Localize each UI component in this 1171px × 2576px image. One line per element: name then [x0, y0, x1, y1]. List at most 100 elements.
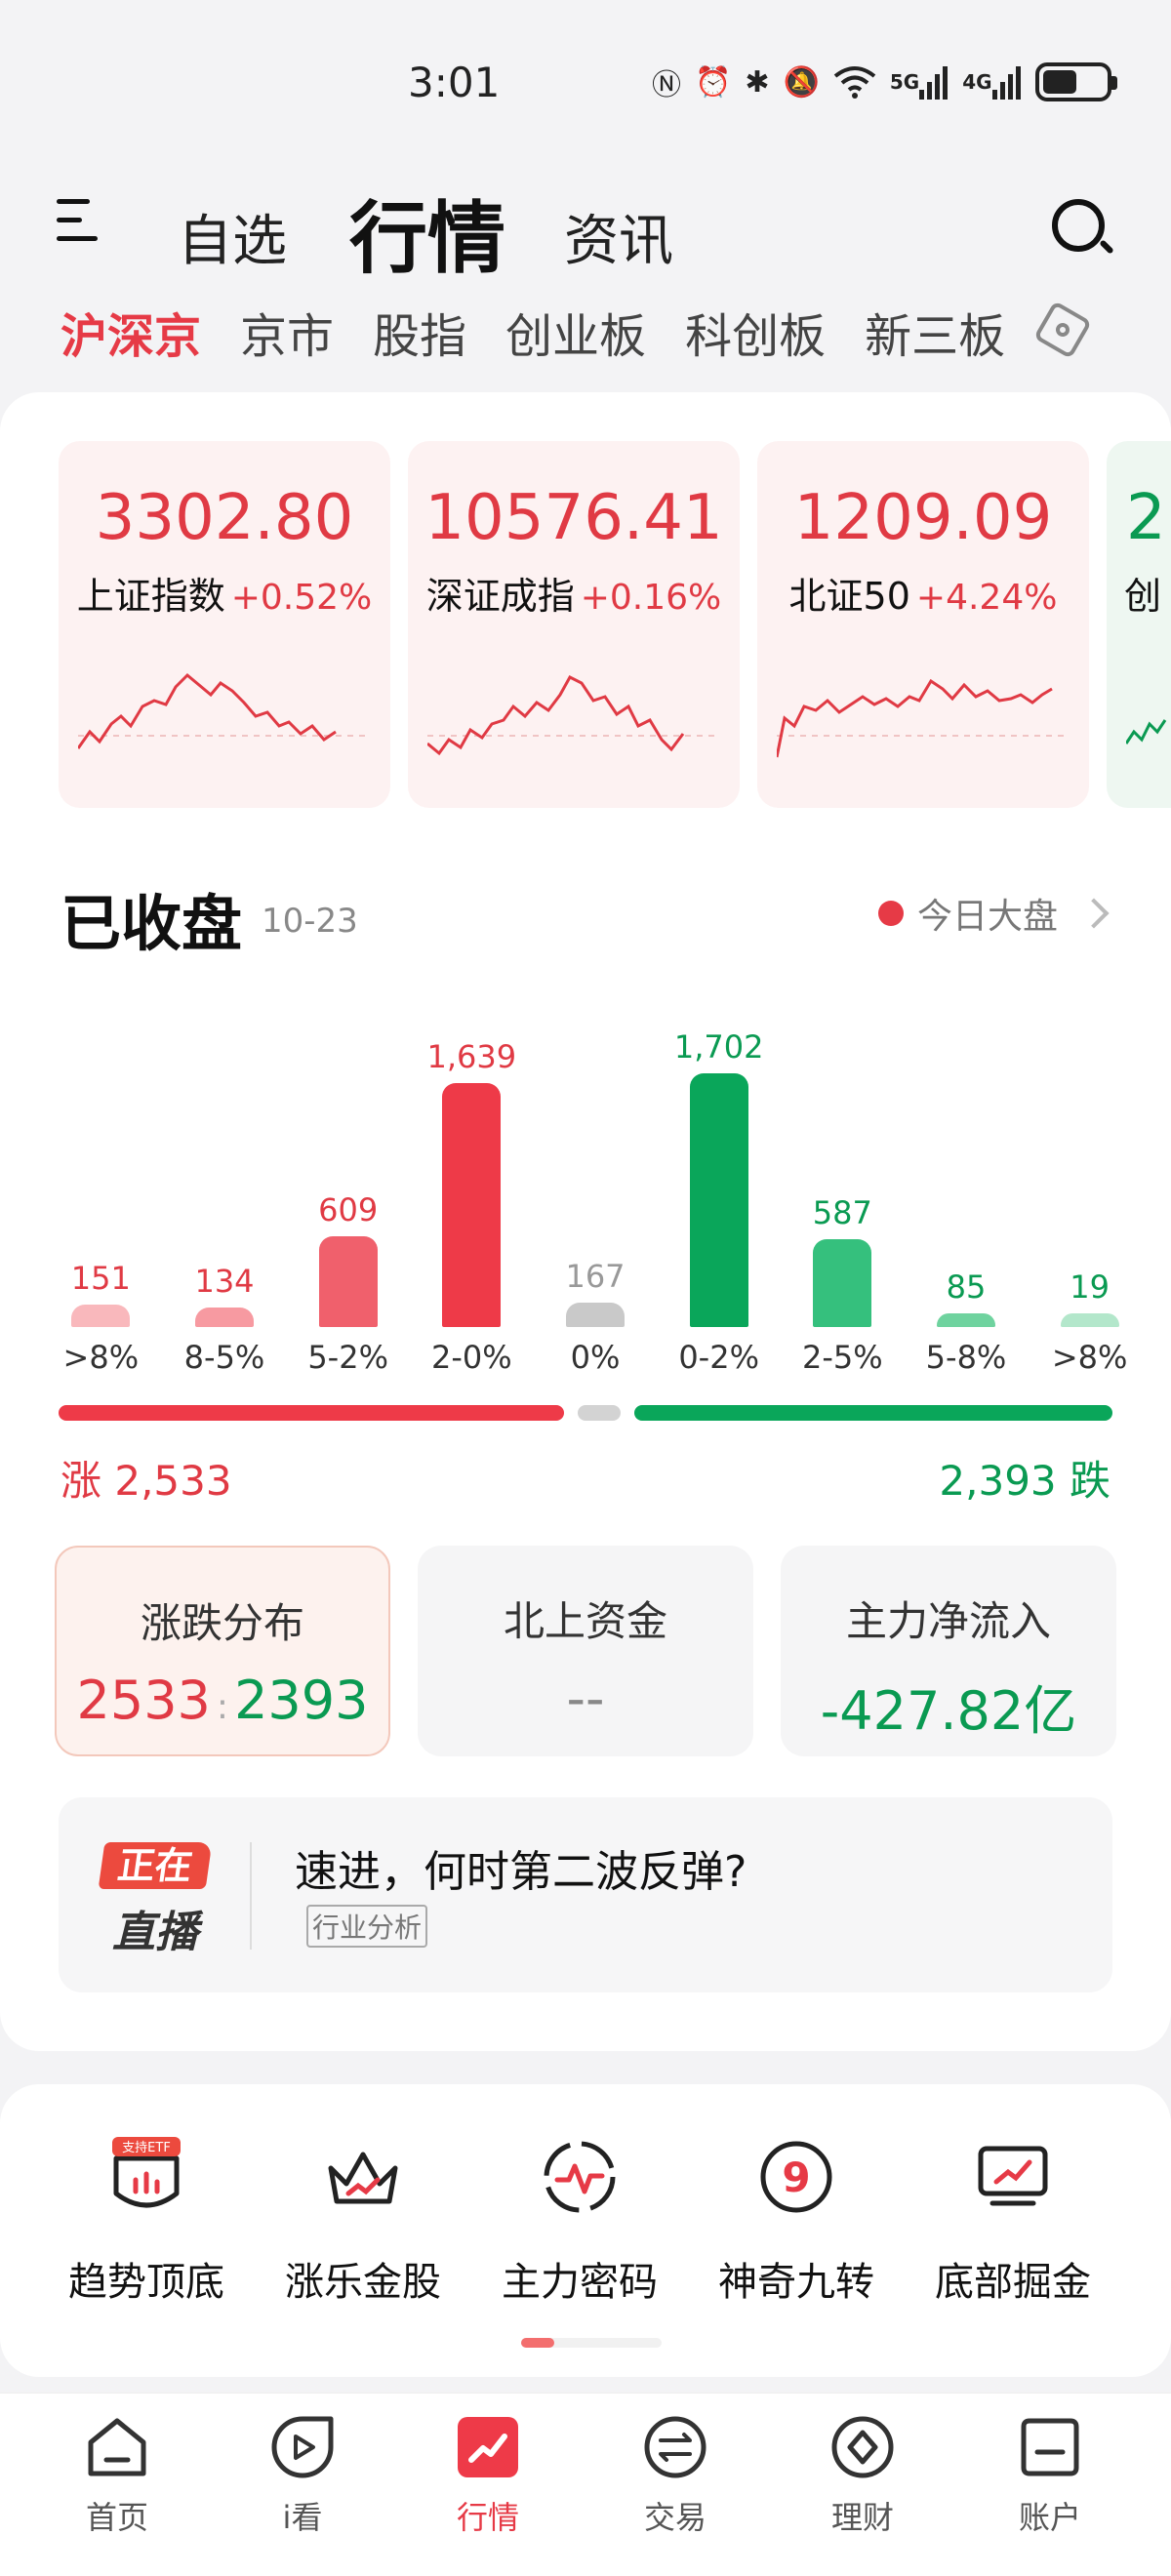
ratio-down-segment: [634, 1405, 1112, 1421]
pulse-circle-icon: [536, 2133, 624, 2221]
subtab-guzhi[interactable]: 股指: [373, 298, 466, 366]
stat-value: -427.82亿: [820, 1680, 1077, 1742]
live-badge-icon: 正在 直播: [98, 1842, 213, 1957]
alarm-icon: ⏰: [695, 64, 732, 100]
crown-icon: [319, 2133, 407, 2221]
up-down-distribution-chart: 151 >8% 134 8-5% 609 5-2% 1,639 2-0% 167 0% 1,702 0…: [39, 1015, 1151, 1386]
subtab-jingshi[interactable]: 京市: [240, 298, 334, 366]
market-status-title: 已收盘: [61, 888, 243, 959]
live-badge-top: 正在: [98, 1842, 213, 1889]
subtab-xinsanban[interactable]: 新三板: [865, 298, 1005, 366]
index-name: 北证50: [788, 575, 910, 618]
bottom-tab-label: 行情: [456, 2499, 519, 2536]
tab-watchlist[interactable]: 自选: [178, 197, 287, 276]
live-badge-bottom: 直播: [112, 1908, 198, 1957]
distribution-bar: [71, 1304, 131, 1327]
market-icon: [454, 2413, 522, 2481]
chevron-right-icon: [1078, 898, 1110, 929]
home-icon: [83, 2413, 151, 2481]
top-nav: 自选 行情 资讯: [0, 176, 1171, 284]
today-market-link[interactable]: 今日大盘: [878, 888, 1110, 939]
distribution-bar-value: 85: [946, 1268, 987, 1306]
index-card-sh[interactable]: 3302.80 上证指数 +0.52%: [59, 441, 390, 808]
tool-bottom-gold[interactable]: 底部掘金: [906, 2133, 1120, 2307]
tool-magic-nine[interactable]: 9 神奇九转: [689, 2133, 904, 2307]
status-bar: 3:01 Ⓝ ⏰ ✱ 🔕 5G 4G: [0, 0, 1171, 166]
distribution-bar-label: 2-0%: [430, 1339, 512, 1376]
live-tag: 行业分析: [306, 1905, 428, 1948]
bottom-tab-watch[interactable]: i看: [234, 2413, 371, 2538]
wealth-icon: [828, 2413, 897, 2481]
bottom-tab-home[interactable]: 首页: [49, 2413, 185, 2538]
distribution-bar-value: 134: [194, 1262, 255, 1300]
index-change: +0.52%: [230, 578, 373, 618]
tool-zhangle-gold[interactable]: 涨乐金股: [256, 2133, 470, 2307]
up-down-ratio-bar: [59, 1405, 1112, 1421]
search-icon[interactable]: [1052, 199, 1114, 260]
tab-market[interactable]: 行情: [349, 176, 505, 289]
index-value: 10576.41: [424, 482, 723, 554]
index-change: +4.24%: [915, 578, 1058, 618]
stat-northbound[interactable]: 北上资金 --: [418, 1546, 753, 1756]
subtab-hushenjing[interactable]: 沪深京: [61, 298, 201, 366]
tool-main-code[interactable]: 主力密码: [472, 2133, 687, 2307]
live-banner[interactable]: 正在 直播 速进，何时第二波反弹? 行业分析: [59, 1797, 1112, 1992]
index-card-cyb[interactable]: 2 创: [1107, 441, 1171, 808]
tab-news[interactable]: 资讯: [564, 197, 673, 276]
up-count: 涨 2,533: [61, 1457, 232, 1505]
signal-4g-icon: 4G: [962, 62, 1021, 101]
subtab-kechuang[interactable]: 科创板: [685, 298, 826, 366]
tool-label: 底部掘金: [935, 2260, 1091, 2305]
divider: [250, 1842, 252, 1950]
distribution-bar-label: >8%: [62, 1339, 140, 1376]
signal-5g-icon: 5G: [890, 62, 949, 101]
distribution-bar: [937, 1313, 995, 1327]
bluetooth-icon: ✱: [745, 64, 770, 100]
monitor-chart-icon: [969, 2133, 1057, 2221]
distribution-bar-value: 1,639: [426, 1037, 517, 1075]
wifi-icon: [833, 62, 876, 101]
distribution-bar: [813, 1239, 872, 1327]
ratio-flat-segment: [578, 1405, 622, 1421]
bottom-tab-label: 账户: [1018, 2499, 1081, 2536]
distribution-bar: [1060, 1313, 1119, 1327]
distribution-bar: [195, 1307, 254, 1327]
bottom-tab-label: 首页: [85, 2499, 148, 2536]
index-name: 上证指数: [76, 575, 225, 618]
stat-value: --: [566, 1668, 605, 1729]
market-status-date: 10-23: [262, 902, 358, 941]
shield-chart-icon: 支持ETF: [102, 2133, 190, 2221]
distribution-bar-value: 609: [318, 1190, 379, 1228]
status-icons: Ⓝ ⏰ ✱ 🔕 5G 4G: [652, 62, 1117, 102]
clock: 3:01: [408, 59, 501, 106]
index-card-sz[interactable]: 10576.41 深证成指 +0.16%: [408, 441, 740, 808]
bottom-tab-market[interactable]: 行情: [420, 2413, 556, 2538]
distribution-bar: [566, 1302, 625, 1327]
stat-main-net-inflow[interactable]: 主力净流入 -427.82亿: [781, 1546, 1116, 1756]
settings-icon[interactable]: [1029, 300, 1097, 360]
stat-up-down-distribution[interactable]: 涨跌分布 2533:2393: [55, 1546, 390, 1756]
tool-trend-top-bottom[interactable]: 支持ETF 趋势顶底: [39, 2133, 254, 2307]
today-market-label: 今日大盘: [917, 897, 1059, 937]
distribution-bar-value: 151: [70, 1259, 131, 1297]
signal-4g-label: 4G: [962, 70, 992, 94]
distribution-bar-value: 1,702: [673, 1028, 764, 1066]
distribution-bar-value: 587: [812, 1194, 872, 1232]
sparkline-sh: [78, 672, 371, 749]
nfc-icon: Ⓝ: [652, 68, 681, 102]
index-name: 创: [1124, 575, 1162, 618]
subtab-chuangye[interactable]: 创业板: [505, 298, 646, 366]
distribution-bar-label: 2-5%: [801, 1339, 883, 1376]
bottom-tab-trade[interactable]: 交易: [607, 2413, 744, 2538]
distribution-bar-label: 5-2%: [307, 1339, 388, 1376]
index-card-bz50[interactable]: 1209.09 北证50 +4.24%: [757, 441, 1089, 808]
distribution-bar: [318, 1235, 378, 1327]
tool-label: 趋势顶底: [68, 2260, 224, 2305]
bottom-tab-wealth[interactable]: 理财: [794, 2413, 931, 2538]
menu-icon[interactable]: [57, 199, 98, 244]
index-value: 3302.80: [95, 482, 354, 554]
play-icon: [268, 2413, 337, 2481]
tools-scroll-indicator: [521, 2338, 662, 2348]
bottom-tab-account[interactable]: 账户: [982, 2413, 1118, 2538]
stat-up-value: 2533: [76, 1670, 211, 1731]
